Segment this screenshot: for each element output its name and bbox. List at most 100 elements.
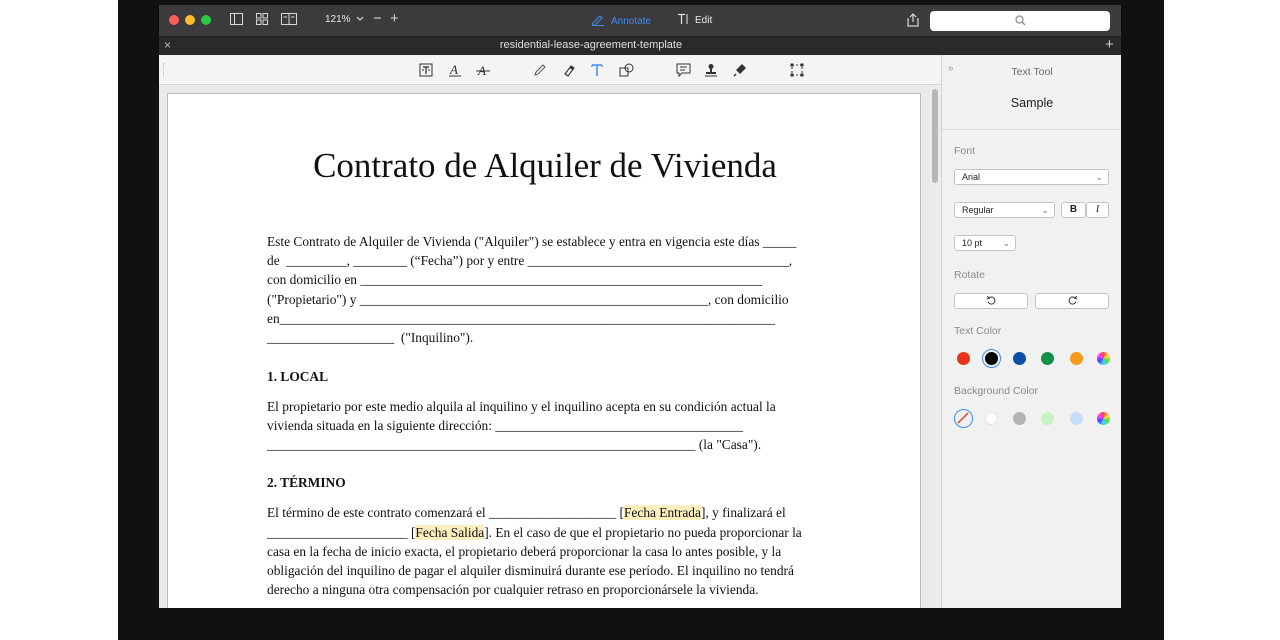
font-size-value: 10 pt [962,238,983,248]
strikethrough-text-tool-icon[interactable]: A [475,62,491,78]
text-color-black[interactable] [985,352,998,365]
section1-line: vivienda situada en la siguiente direcci… [267,418,744,433]
underline-text-tool-icon[interactable]: A [447,62,463,78]
field-fecha-entrada[interactable]: Fecha Entrada [623,505,701,520]
title-bar: 121% − + Annotate Edit [159,5,1121,36]
section2-line: casa en la fecha de inicio exacta, el pr… [267,544,782,559]
zoom-level-menu[interactable]: 121% [325,14,364,25]
annotation-toolbar: A A [159,55,941,85]
note-comment-tool-icon[interactable] [675,62,691,78]
minimize-window-button[interactable] [185,15,195,25]
text-tool-icon[interactable] [589,62,605,78]
font-label: Font [954,145,976,157]
text-sample-preview: Sample [1010,96,1054,110]
section2-text: ], y finalizará el [700,505,786,520]
new-tab-button[interactable]: + [1105,36,1114,53]
bold-button[interactable]: B [1061,202,1086,218]
inspector-title: Text Tool [1011,66,1053,78]
text-cursor-icon [677,13,689,28]
font-size-select[interactable]: 10 pt ⌄ [954,235,1016,251]
color-picker-icon[interactable] [1097,352,1110,365]
section-heading-termino: 2. TÉRMINO [267,475,346,490]
chevron-down-icon [356,14,364,25]
font-family-value: Arial [962,172,981,182]
intro-line: Este Contrato de Alquiler de Vivienda ("… [267,234,797,249]
intro-line: ("Propietario") y ______________________… [267,292,789,307]
sidebar-toggle-icon[interactable] [230,13,243,28]
rotate-right-button[interactable] [1035,293,1109,309]
section2-line: El término de este contrato comenzará el… [267,505,786,521]
intro-line: de _________, ________ (“Fecha”) por y e… [267,253,793,268]
pencil-tool-icon[interactable] [532,62,548,78]
rotate-left-button[interactable] [954,293,1028,309]
no-fill-icon [957,412,969,424]
background-color-label: Background Color [954,385,1039,397]
intro-line: en______________________________________… [267,311,776,326]
search-icon [1015,15,1026,26]
italic-button[interactable]: I [1086,202,1109,218]
no-color-button[interactable] [954,409,973,428]
scrollbar-thumb[interactable] [932,89,938,183]
section1-line: ________________________________________… [267,437,762,452]
document-page[interactable]: Contrato de Alquiler de Vivienda Este Co… [167,93,921,608]
section2-text: El término de este contrato comenzará el… [267,505,624,520]
selection-tool-icon[interactable] [789,62,805,78]
font-style-select[interactable]: Regular ⌄ [954,202,1055,218]
text-color-blue[interactable] [1013,352,1026,365]
section2-text: _____________________ [ [267,525,416,540]
close-window-button[interactable] [169,15,179,25]
text-color-label: Text Color [954,325,1002,337]
rotate-left-icon [986,295,995,305]
annotate-pen-icon [591,13,605,29]
chevron-down-icon: ⌄ [1095,172,1103,182]
annotate-label: Annotate [611,15,652,27]
text-color-orange[interactable] [1070,352,1083,365]
document-title: Contrato de Alquiler de Vivienda [313,146,777,185]
section2-line: derecho a ninguna otra compensación por … [267,582,759,597]
tab-bar: × residential-lease-agreement-template + [159,36,1121,55]
text-tool-inspector: » Text Tool Sample Font Arial ⌄ Regular … [941,55,1121,608]
svg-text:A: A [477,63,486,77]
text-color-green[interactable] [1041,352,1054,365]
share-icon[interactable] [907,13,919,32]
background-color-gray[interactable] [1013,412,1026,425]
zoom-out-button[interactable]: − [373,10,382,27]
intro-line: ___________________ ("Inquilino"). [267,330,474,345]
section2-line: obligación del inquilino de pagar el alq… [267,563,794,578]
background-color-light-blue[interactable] [1070,412,1083,425]
section1-line: El propietario por este medio alquila al… [267,399,776,414]
background-color-light-green[interactable] [1041,412,1054,425]
section2-line: _____________________ [Fecha Salida]. En… [267,525,802,541]
grid-view-icon[interactable] [256,13,268,28]
edit-mode-button[interactable]: Edit [677,13,712,28]
text-color-red[interactable] [957,352,970,365]
tab-document-title[interactable]: residential-lease-agreement-template [159,39,1023,51]
zoom-window-button[interactable] [201,15,211,25]
chevron-down-icon: ⌄ [1002,238,1010,248]
document-viewer[interactable]: Contrato de Alquiler de Vivienda Este Co… [159,85,941,608]
rotate-right-icon [1068,295,1077,305]
field-fecha-salida[interactable]: Fecha Salida [415,525,485,540]
shapes-tool-icon[interactable] [618,62,634,78]
zoom-in-button[interactable]: + [390,10,399,27]
search-input[interactable] [930,11,1110,31]
signature-pen-tool-icon[interactable] [732,62,748,78]
eraser-tool-icon[interactable] [561,62,577,78]
divider [942,129,1121,130]
annotate-mode-button[interactable]: Annotate [591,13,651,29]
toolbar-drag-handle[interactable] [163,63,165,77]
svg-text:A: A [449,63,458,77]
zoom-level: 121% [325,14,351,25]
stamp-tool-icon[interactable] [703,62,719,78]
two-page-view-icon[interactable] [281,13,297,28]
font-family-select[interactable]: Arial ⌄ [954,169,1109,185]
background-color-white[interactable] [985,412,998,425]
text-box-tool-icon[interactable] [418,62,434,78]
edit-label: Edit [695,15,713,26]
chevron-down-icon: ⌄ [1041,205,1049,215]
font-style-value: Regular [962,205,994,215]
rotate-label: Rotate [954,269,985,281]
background-color-picker-icon[interactable] [1097,412,1110,425]
intro-line: con domicilio en _______________________… [267,272,763,287]
app-window: 121% − + Annotate Edit × residential-lea… [159,5,1121,608]
